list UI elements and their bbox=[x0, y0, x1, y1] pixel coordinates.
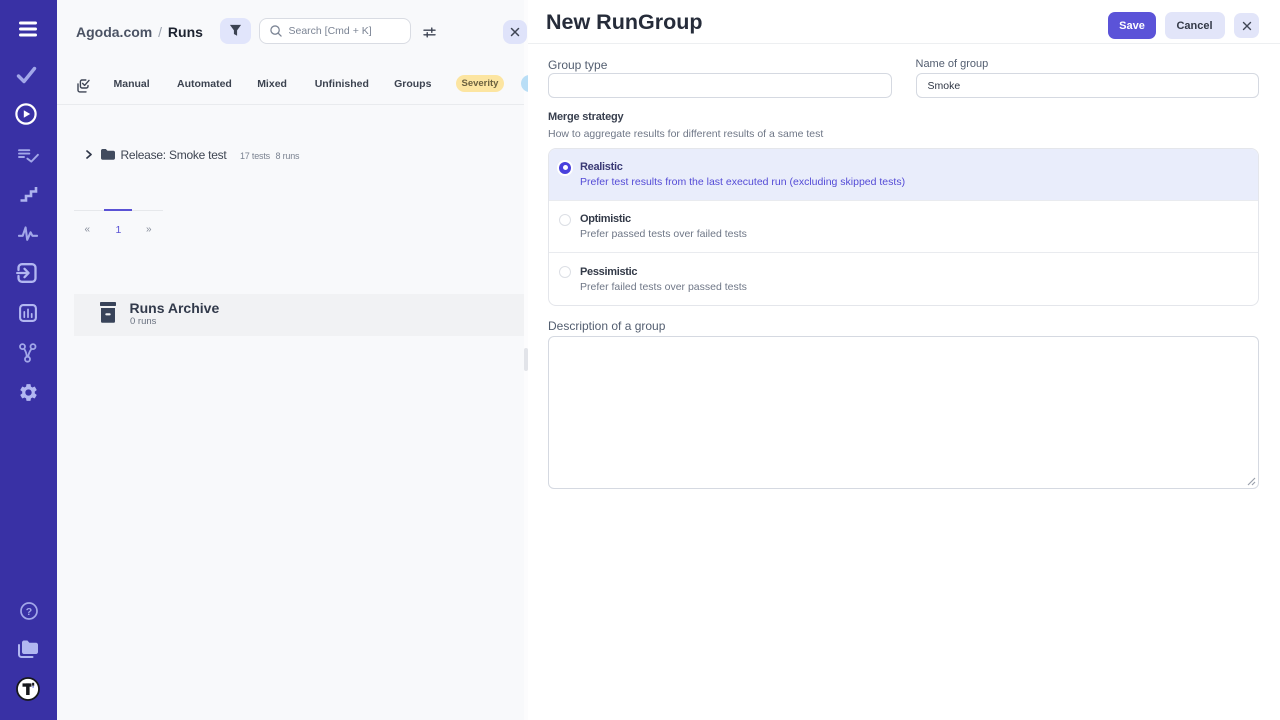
svg-text:?: ? bbox=[25, 606, 31, 618]
